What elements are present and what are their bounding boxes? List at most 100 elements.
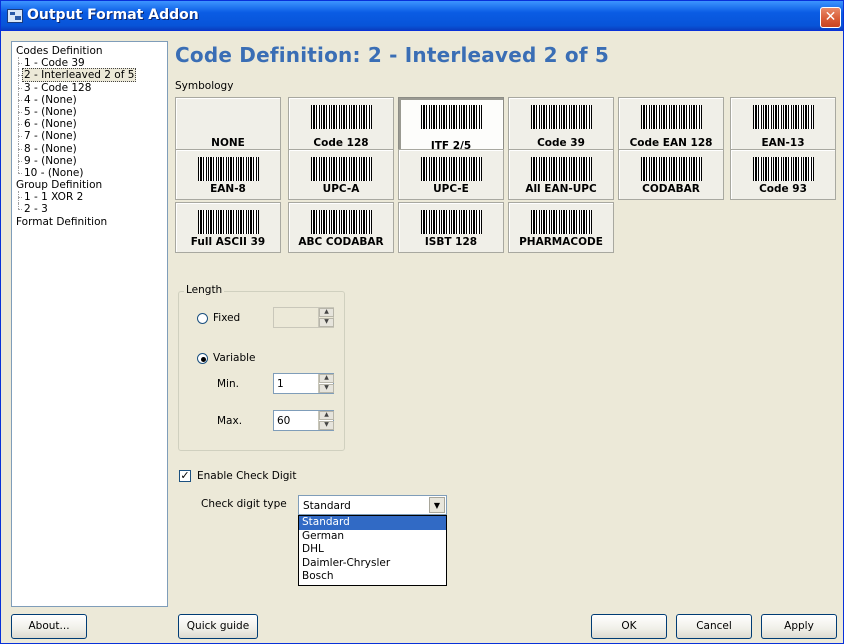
symbology-button[interactable]: CODABAR — [618, 149, 724, 200]
barcode-icon — [311, 210, 372, 234]
enable-check-digit-checkbox[interactable]: ✓ — [179, 470, 191, 482]
tree-group[interactable]: Codes Definition — [14, 45, 165, 57]
tree-item[interactable]: 8 - (None) — [14, 142, 165, 155]
max-length-spinner[interactable]: 60 ▲ ▼ — [273, 410, 334, 431]
symbology-label: CODABAR — [642, 183, 700, 195]
tree-item-label: Codes Definition — [16, 45, 103, 57]
barcode-icon — [531, 157, 592, 181]
variable-radio[interactable] — [197, 353, 208, 364]
symbology-label: EAN-13 — [761, 137, 805, 149]
tree-item-label: 6 - (None) — [24, 118, 77, 131]
chevron-down-icon[interactable]: ▼ — [429, 497, 445, 513]
tree-item[interactable]: 3 - Code 128 — [14, 81, 165, 94]
symbology-label: UPC-E — [433, 183, 469, 195]
definition-tree[interactable]: Codes Definition 1 - Code 39 2 - Interleav… — [11, 41, 168, 607]
barcode-icon — [641, 105, 702, 129]
tree-item-label: Format Definition — [16, 215, 108, 228]
close-icon: ✕ — [824, 9, 837, 25]
barcode-icon — [198, 210, 259, 234]
max-length-value[interactable]: 60 — [277, 415, 290, 427]
tree-item[interactable]: 10 - (None) — [14, 166, 165, 179]
check-digit-type-label: Check digit type — [201, 498, 287, 510]
close-button[interactable]: ✕ — [820, 7, 841, 28]
tree-item[interactable]: 2 - 3 — [14, 203, 165, 215]
symbology-label: PHARMACODE — [519, 236, 603, 248]
symbology-label: NONE — [211, 137, 245, 149]
tree-item[interactable]: 5 - (None) — [14, 105, 165, 119]
symbology-label: ISBT 128 — [424, 236, 478, 248]
tree-item-label: 2 - Interleaved 2 of 5 — [22, 68, 137, 83]
tree-item-label: 5 - (None) — [24, 105, 77, 118]
fixed-length-spinner: ▲ ▼ — [273, 307, 334, 328]
dropdown-option[interactable]: Daimler-Chrysler — [299, 557, 446, 571]
tree-item[interactable]: 4 - (None) — [14, 93, 165, 106]
tree-item[interactable]: 1 - 1 XOR 2 — [14, 191, 165, 204]
symbology-button[interactable]: Code EAN 128 — [618, 97, 724, 154]
tree-item[interactable]: 9 - (None) — [14, 154, 165, 167]
symbology-button[interactable]: UPC-A — [288, 149, 394, 200]
tree-item[interactable]: 6 - (None) — [14, 118, 165, 131]
tree-item-label: Group Definition — [16, 179, 103, 192]
barcode-icon — [753, 105, 814, 129]
spin-down-icon: ▼ — [319, 318, 334, 327]
min-spin-buttons[interactable]: ▲ ▼ — [318, 374, 334, 393]
min-label: Min. — [217, 378, 239, 390]
symbology-button[interactable]: ITF 2/5 — [398, 97, 504, 154]
enable-check-digit-label: Enable Check Digit — [197, 470, 297, 482]
dropdown-option[interactable]: Bosch — [299, 570, 446, 584]
tree-group[interactable]: Format Definition — [14, 216, 165, 228]
symbology-button[interactable]: Code 93 — [730, 149, 836, 200]
cancel-button[interactable]: Cancel — [676, 614, 752, 639]
fixed-radio[interactable] — [197, 313, 208, 324]
symbology-label: UPC-A — [322, 183, 360, 195]
symbology-label: Code 128 — [313, 137, 369, 149]
length-group-title: Length — [184, 284, 225, 296]
tree-item-label: 3 - Code 128 — [24, 81, 92, 94]
symbology-button[interactable]: ISBT 128 — [398, 202, 504, 253]
symbology-button[interactable]: ABC CODABAR — [288, 202, 394, 253]
symbology-button[interactable]: EAN-8 — [175, 149, 281, 200]
symbology-button[interactable]: Code 128 — [288, 97, 394, 154]
dropdown-option[interactable]: Standard — [299, 516, 446, 530]
ok-button[interactable]: OK — [591, 614, 667, 639]
symbology-button[interactable]: NONE — [175, 97, 281, 154]
tree-item-label: 1 - Code 39 — [24, 57, 85, 70]
symbology-label: Code EAN 128 — [629, 137, 713, 149]
spin-up-icon[interactable]: ▲ — [319, 374, 334, 383]
barcode-icon — [421, 210, 482, 234]
about-button[interactable]: About... — [11, 614, 87, 639]
check-digit-type-select[interactable]: Standard ▼ — [298, 495, 447, 515]
symbology-label: Code 39 — [537, 137, 585, 149]
spin-up-icon[interactable]: ▲ — [319, 411, 334, 420]
max-spin-buttons[interactable]: ▲ ▼ — [318, 411, 334, 430]
fixed-label: Fixed — [213, 312, 241, 324]
tree-item-label: 8 - (None) — [24, 142, 77, 155]
tree-item[interactable]: 2 - Interleaved 2 of 5 — [14, 68, 165, 83]
spin-down-icon[interactable]: ▼ — [319, 421, 334, 430]
min-length-spinner[interactable]: 1 ▲ ▼ — [273, 373, 334, 394]
tree-item-label: 1 - 1 XOR 2 — [24, 191, 84, 204]
app-icon — [7, 9, 23, 23]
symbology-button[interactable]: Code 39 — [508, 97, 614, 154]
min-length-value[interactable]: 1 — [277, 378, 284, 390]
barcode-icon — [311, 105, 372, 129]
tree-group[interactable]: Group Definition — [14, 179, 165, 191]
barcode-icon — [421, 105, 482, 129]
barcode-icon — [311, 157, 372, 181]
spin-down-icon[interactable]: ▼ — [319, 384, 334, 393]
check-digit-type-dropdown-list[interactable]: Standard German DHL Daimler-Chrysler Bosch — [298, 515, 447, 586]
dropdown-option[interactable]: German — [299, 530, 446, 544]
dropdown-option[interactable]: DHL — [299, 543, 446, 557]
window-title: Output Format Addon — [27, 7, 199, 23]
symbology-button[interactable]: Full ASCII 39 — [175, 202, 281, 253]
title-bar[interactable]: Output Format Addon ✕ — [1, 1, 843, 31]
quick-guide-button[interactable]: Quick guide — [178, 614, 258, 639]
checkmark-icon: ✓ — [180, 469, 190, 482]
apply-button[interactable]: Apply — [761, 614, 837, 639]
symbology-button[interactable]: PHARMACODE — [508, 202, 614, 253]
symbology-button[interactable]: All EAN-UPC — [508, 149, 614, 200]
page-title: Code Definition: 2 - Interleaved 2 of 5 — [175, 43, 610, 67]
tree-item[interactable]: 7 - (None) — [14, 130, 165, 143]
symbology-button[interactable]: EAN-13 — [730, 97, 836, 154]
symbology-button[interactable]: UPC-E — [398, 149, 504, 200]
